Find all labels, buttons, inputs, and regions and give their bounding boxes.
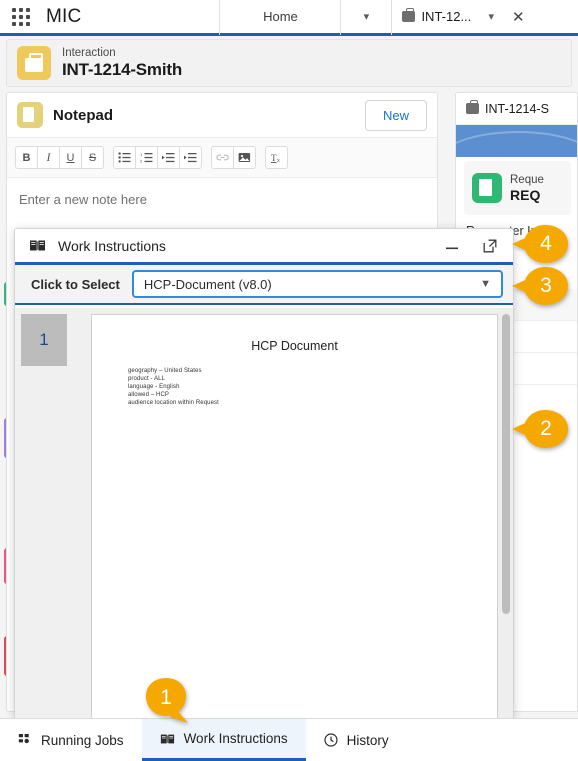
tab-label: Running Jobs [41, 732, 124, 748]
tab-history[interactable]: History [306, 719, 407, 761]
caret-down-icon[interactable]: ▼ [480, 278, 491, 290]
callout-pin-4: 4 [510, 222, 572, 266]
bulleted-list-icon[interactable] [113, 146, 136, 169]
home-tab-chevron-down-icon[interactable]: ▾ [341, 0, 391, 35]
callout-number: 2 [540, 417, 552, 440]
tab-int-document[interactable]: INT-12... [392, 0, 477, 35]
document-line: audience location within Request [128, 400, 219, 406]
insert-group [211, 146, 256, 169]
callout-pin-2: 2 [510, 407, 572, 451]
tab-int-label: INT-12... [421, 9, 472, 24]
request-card: Reque REQ [464, 161, 571, 215]
list-group: 12 [113, 146, 202, 169]
work-instructions-modal: Work Instructions Click to Select HCP-Do… [14, 228, 514, 720]
top-app-bar: MIC Home ▾ INT-12... ▾ ✕ [0, 0, 578, 36]
pop-out-icon[interactable] [477, 233, 503, 259]
callout-number: 1 [160, 686, 172, 709]
callout-pin-3: 3 [510, 264, 572, 308]
indent-increase-icon[interactable] [157, 146, 180, 169]
tab-label: Work Instructions [183, 731, 288, 746]
document-title: HCP Document [251, 339, 338, 353]
side-panel-tab[interactable]: INT-1214-S [456, 93, 577, 125]
request-card-value: REQ [510, 186, 541, 203]
modal-select-bar: Click to Select HCP-Document (v8.0) ▼ [15, 265, 513, 305]
request-document-icon [472, 173, 502, 203]
bottom-tab-bar: Running Jobs Work Instructions History [0, 718, 578, 761]
work-instruction-select[interactable]: HCP-Document (v8.0) ▼ [131, 270, 503, 298]
notepad-toolbar: B I U S 12 T x [7, 138, 437, 178]
svg-text:1: 1 [140, 152, 143, 157]
doc-tab-chevron-down-icon[interactable]: ▾ [477, 0, 505, 35]
image-icon[interactable] [233, 146, 256, 169]
modal-scrollbar-thumb[interactable] [502, 314, 510, 614]
document-line: language - English [128, 384, 180, 390]
interaction-type-label: Interaction [62, 47, 116, 59]
apps-grid-icon[interactable] [0, 7, 42, 26]
callout-number: 4 [540, 232, 552, 255]
interaction-header: Interaction INT-1214-Smith [6, 39, 572, 87]
modal-scrollbar-track[interactable] [498, 308, 513, 719]
document-line: allowed – HCP [128, 392, 169, 398]
modal-header: Work Instructions [15, 229, 513, 265]
indent-decrease-icon[interactable] [179, 146, 202, 169]
page-thumbnail[interactable]: 1 [21, 314, 67, 366]
clear-format-icon[interactable]: Tx [265, 146, 288, 169]
request-card-label: Reque [510, 173, 544, 186]
callout-number: 3 [540, 274, 552, 297]
notepad-header: Notepad New [7, 93, 437, 138]
modal-title: Work Instructions [58, 237, 166, 254]
note-input-placeholder[interactable]: Enter a new note here [7, 178, 437, 221]
bold-icon[interactable]: B [15, 146, 38, 169]
tab-running-jobs[interactable]: Running Jobs [0, 719, 142, 761]
document-line: geography – United States [128, 368, 202, 374]
app-brand: MIC [46, 5, 82, 27]
briefcase-icon [466, 100, 479, 114]
document-viewer: HCP Document geography – United States p… [91, 314, 498, 719]
briefcase-icon [17, 46, 51, 80]
book-icon [29, 239, 46, 252]
document-line: product - ALL [128, 376, 165, 382]
notepad-title: Notepad [53, 106, 113, 124]
svg-text:x: x [277, 158, 280, 163]
new-note-button[interactable]: New [364, 99, 427, 131]
svg-text:2: 2 [140, 159, 143, 164]
page-thumbnail-column: 1 [15, 308, 91, 719]
briefcase-icon [402, 8, 416, 22]
application-window: MIC Home ▾ INT-12... ▾ ✕ Interaction INT… [0, 0, 578, 761]
page-title: INT-1214-Smith [62, 60, 183, 79]
numbered-list-icon[interactable]: 12 [135, 146, 158, 169]
document-body: geography – United States product - ALL … [128, 367, 497, 407]
italic-icon[interactable]: I [37, 146, 60, 169]
side-panel-tab-label: INT-1214-S [485, 101, 549, 116]
tab-work-instructions[interactable]: Work Instructions [141, 719, 306, 761]
text-style-group: B I U S [15, 146, 104, 169]
running-jobs-icon [18, 733, 32, 747]
panel-hero-banner [456, 125, 577, 157]
close-icon[interactable]: ✕ [505, 8, 531, 26]
clock-icon [324, 733, 338, 747]
select-label: Click to Select [31, 276, 120, 292]
underline-icon[interactable]: U [59, 146, 82, 169]
modal-body: 1 HCP Document geography – United States… [15, 308, 513, 719]
tab-home[interactable]: Home [220, 0, 340, 35]
tab-label: History [346, 732, 389, 748]
notepad-icon [17, 102, 43, 128]
select-value: HCP-Document (v8.0) [143, 276, 272, 292]
strikethrough-icon[interactable]: S [81, 146, 104, 169]
link-icon[interactable] [211, 146, 234, 169]
minimize-icon[interactable] [439, 233, 465, 259]
callout-pin-1: 1 [140, 676, 196, 724]
book-icon [160, 733, 175, 745]
